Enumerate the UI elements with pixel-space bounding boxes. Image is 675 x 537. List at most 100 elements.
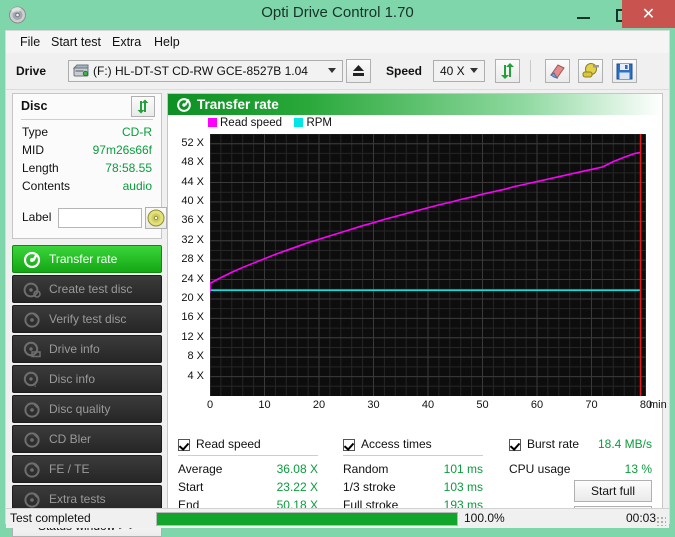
drive-info-icon — [23, 341, 41, 359]
client-area: File Start test Extra Help Drive (F:) HL… — [5, 30, 670, 524]
disc-quality-icon — [23, 401, 41, 419]
chart-y-tick-label: 4 X — [187, 370, 204, 382]
main-panel-title: Transfer rate — [197, 97, 279, 112]
disc-row-value: audio — [123, 179, 152, 193]
chart-y-tick-label: 28 X — [181, 253, 204, 265]
disc-row-contents: Contents audio — [13, 179, 161, 197]
burst-rate-value: 18.4 MB/s — [578, 437, 652, 451]
disc-refresh-button[interactable] — [131, 96, 155, 117]
status-text: Test completed — [10, 511, 91, 525]
chart-y-tick-label: 44 X — [181, 176, 204, 188]
chart-y-tick-label: 24 X — [181, 273, 204, 285]
speed-label: Speed — [386, 64, 422, 78]
chart-x-tick-label: 60 — [523, 399, 551, 411]
speed-select[interactable]: 40 X — [433, 60, 485, 82]
start-full-button[interactable]: Start full — [574, 480, 652, 502]
burst-rate-group-title: Burst rate — [527, 437, 579, 451]
refresh-icon — [496, 60, 519, 82]
chart-y-tick-label: 52 X — [181, 137, 204, 149]
sidebar-item-label: Disc quality — [49, 402, 110, 416]
eject-icon — [347, 60, 370, 82]
burst-rate-checkbox[interactable] — [509, 439, 521, 451]
access-times-group-title: Access times — [361, 437, 432, 451]
menu-item-extra[interactable]: Extra — [106, 34, 147, 51]
legend-swatch-rpm — [294, 118, 303, 127]
save-floppy-icon — [613, 60, 636, 82]
sidebar-item-disc-quality[interactable]: Disc quality — [12, 395, 162, 423]
transfer-rate-chart: Read speed RPM 4 X8 X12 X16 X20 X24 X28 … — [168, 115, 662, 435]
legend-label-rpm: RPM — [306, 117, 332, 129]
result-key-random: Random — [343, 462, 388, 476]
sidebar-item-cd-bler[interactable]: CD Bler — [12, 425, 162, 453]
access-times-checkbox[interactable] — [343, 439, 355, 451]
drive-select[interactable]: (F:) HL-DT-ST CD-RW GCE-8527B 1.04 — [68, 60, 343, 82]
sidebar-item-disc-info[interactable]: i Disc info — [12, 365, 162, 393]
read-speed-divider — [178, 455, 318, 456]
result-value-one-third-stroke: 103 ms — [408, 480, 483, 494]
result-value-random: 101 ms — [408, 462, 483, 476]
eject-button[interactable] — [346, 59, 371, 83]
cpu-usage-key: CPU usage — [509, 462, 570, 476]
disc-verify-icon — [23, 311, 41, 329]
chart-legend: Read speed RPM — [208, 117, 332, 131]
close-icon: ✕ — [622, 4, 675, 24]
sidebar-item-label: CD Bler — [49, 432, 91, 446]
menu-bar: File Start test Extra Help — [6, 31, 669, 53]
disc-label-button[interactable] — [145, 207, 167, 229]
chart-x-tick-label: 40 — [414, 399, 442, 411]
chart-y-tick-label: 48 X — [181, 156, 204, 168]
resize-grip-icon[interactable] — [656, 516, 666, 526]
chart-x-tick-label: 70 — [578, 399, 606, 411]
title-bar: Opti Drive Control 1.70 ✕ — [0, 0, 675, 30]
read-speed-checkbox[interactable] — [178, 439, 190, 451]
progress-bar — [156, 512, 458, 526]
disc-panel-header: Disc — [13, 94, 161, 119]
sidebar-item-drive-info[interactable]: Drive info — [12, 335, 162, 363]
disc-row-key: MID — [22, 143, 44, 157]
save-button[interactable] — [612, 59, 637, 83]
disc-row-key: Contents — [22, 179, 70, 193]
compact-disc-icon — [146, 208, 166, 228]
disc-extra-icon — [23, 491, 41, 509]
sidebar-item-verify-test-disc[interactable]: Verify test disc — [12, 305, 162, 333]
elapsed-time: 00:03 — [581, 511, 656, 525]
progress-percent: 100.0% — [464, 511, 505, 525]
sidebar-item-create-test-disc[interactable]: Create test disc — [12, 275, 162, 303]
menu-item-help[interactable]: Help — [148, 34, 186, 51]
sidebar-item-label: Drive info — [49, 342, 100, 356]
disc-row-key: Type — [22, 125, 48, 139]
menu-item-start-test[interactable]: Start test — [45, 34, 107, 51]
chart-y-tick-label: 16 X — [181, 311, 204, 323]
chevron-down-icon — [470, 68, 478, 73]
cpu-usage-value: 13 % — [578, 462, 652, 476]
disc-fete-icon — [23, 461, 41, 479]
disc-row-length: Length 78:58.55 — [13, 161, 161, 179]
transfer-rate-icon — [176, 97, 192, 113]
main-panel: Transfer rate Read speed RPM 4 X8 X12 X1… — [167, 93, 663, 509]
minimize-button[interactable] — [565, 0, 603, 28]
sidebar-item-fe-te[interactable]: FE / TE — [12, 455, 162, 483]
results-panel: Read speed Average 36.08 X Start 23.22 X… — [168, 435, 662, 508]
erase-button[interactable] — [545, 59, 570, 83]
result-value-start: 23.22 X — [238, 480, 318, 494]
disc-row-key: Length — [22, 161, 59, 175]
result-value-average: 36.08 X — [238, 462, 318, 476]
chart-x-tick-label: 10 — [251, 399, 279, 411]
disc-row-mid: MID 97m26s66f — [13, 143, 161, 161]
plug-button[interactable] — [578, 59, 603, 83]
chart-x-tick-label: 0 — [196, 399, 224, 411]
sidebar-item-label: Transfer rate — [49, 252, 117, 266]
sidebar-item-label: Verify test disc — [49, 312, 126, 326]
sidebar-item-label: FE / TE — [49, 462, 89, 476]
eraser-icon — [546, 60, 569, 82]
disc-label-input[interactable] — [58, 208, 142, 228]
refresh-button[interactable] — [495, 59, 520, 83]
drive-value: (F:) HL-DT-ST CD-RW GCE-8527B 1.04 — [93, 64, 308, 78]
result-key-start: Start — [178, 480, 203, 494]
chart-y-tick-label: 8 X — [187, 350, 204, 362]
menu-item-file[interactable]: File — [14, 34, 46, 51]
close-button[interactable]: ✕ — [622, 0, 675, 28]
status-bar: Test completed 100.0% 00:03 — [6, 508, 669, 528]
minimize-icon — [577, 17, 590, 19]
sidebar-item-transfer-rate[interactable]: Transfer rate — [12, 245, 162, 273]
